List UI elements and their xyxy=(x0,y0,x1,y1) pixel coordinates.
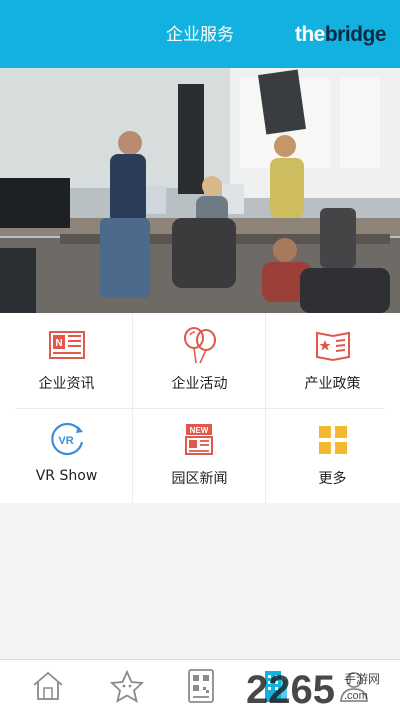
service-menu-grid: N 企业资讯 企业活动 产业政策 VR VR Show NEW 园区新闻 更多 xyxy=(0,313,400,503)
menu-item-vr-show[interactable]: VR VR Show xyxy=(0,408,133,503)
svg-text:VR: VR xyxy=(58,435,73,447)
menu-item-label: 企业活动 xyxy=(171,376,228,392)
logo-bridge: bridge xyxy=(324,23,387,46)
menu-item-label: 产业政策 xyxy=(304,376,361,392)
balloons-icon xyxy=(183,327,216,364)
app-header: 企业服务 thebridge xyxy=(0,0,400,68)
star-icon[interactable] xyxy=(107,668,147,704)
bottom-tab-bar xyxy=(0,659,400,711)
menu-item-park-news[interactable]: NEW 园区新闻 xyxy=(133,408,266,503)
policy-book-icon xyxy=(315,331,350,362)
vr-icon: VR xyxy=(50,422,83,456)
logo-the: the xyxy=(294,23,326,46)
menu-item-more[interactable]: 更多 xyxy=(266,408,399,503)
menu-item-label: 园区新闻 xyxy=(171,471,228,487)
news-board-icon: NEW xyxy=(184,424,213,455)
profile-icon[interactable] xyxy=(334,668,374,704)
menu-item-company-events[interactable]: 企业活动 xyxy=(133,313,266,408)
more-grid-icon xyxy=(318,426,347,454)
building-icon[interactable] xyxy=(255,668,295,704)
menu-item-industry-policy[interactable]: 产业政策 xyxy=(266,313,399,408)
menu-item-company-news[interactable]: N 企业资讯 xyxy=(0,313,133,408)
menu-item-label: 更多 xyxy=(318,471,347,487)
svg-text:NEW: NEW xyxy=(189,426,208,435)
svg-text:N: N xyxy=(55,338,62,349)
hero-banner-image[interactable] xyxy=(0,68,400,313)
menu-item-label: 企业资讯 xyxy=(38,376,95,392)
home-icon[interactable] xyxy=(28,668,68,704)
newspaper-icon: N xyxy=(48,331,85,359)
thebridge-logo: thebridge xyxy=(294,23,387,47)
menu-item-label: VR Show xyxy=(35,468,98,484)
qr-code-icon[interactable] xyxy=(181,668,221,704)
